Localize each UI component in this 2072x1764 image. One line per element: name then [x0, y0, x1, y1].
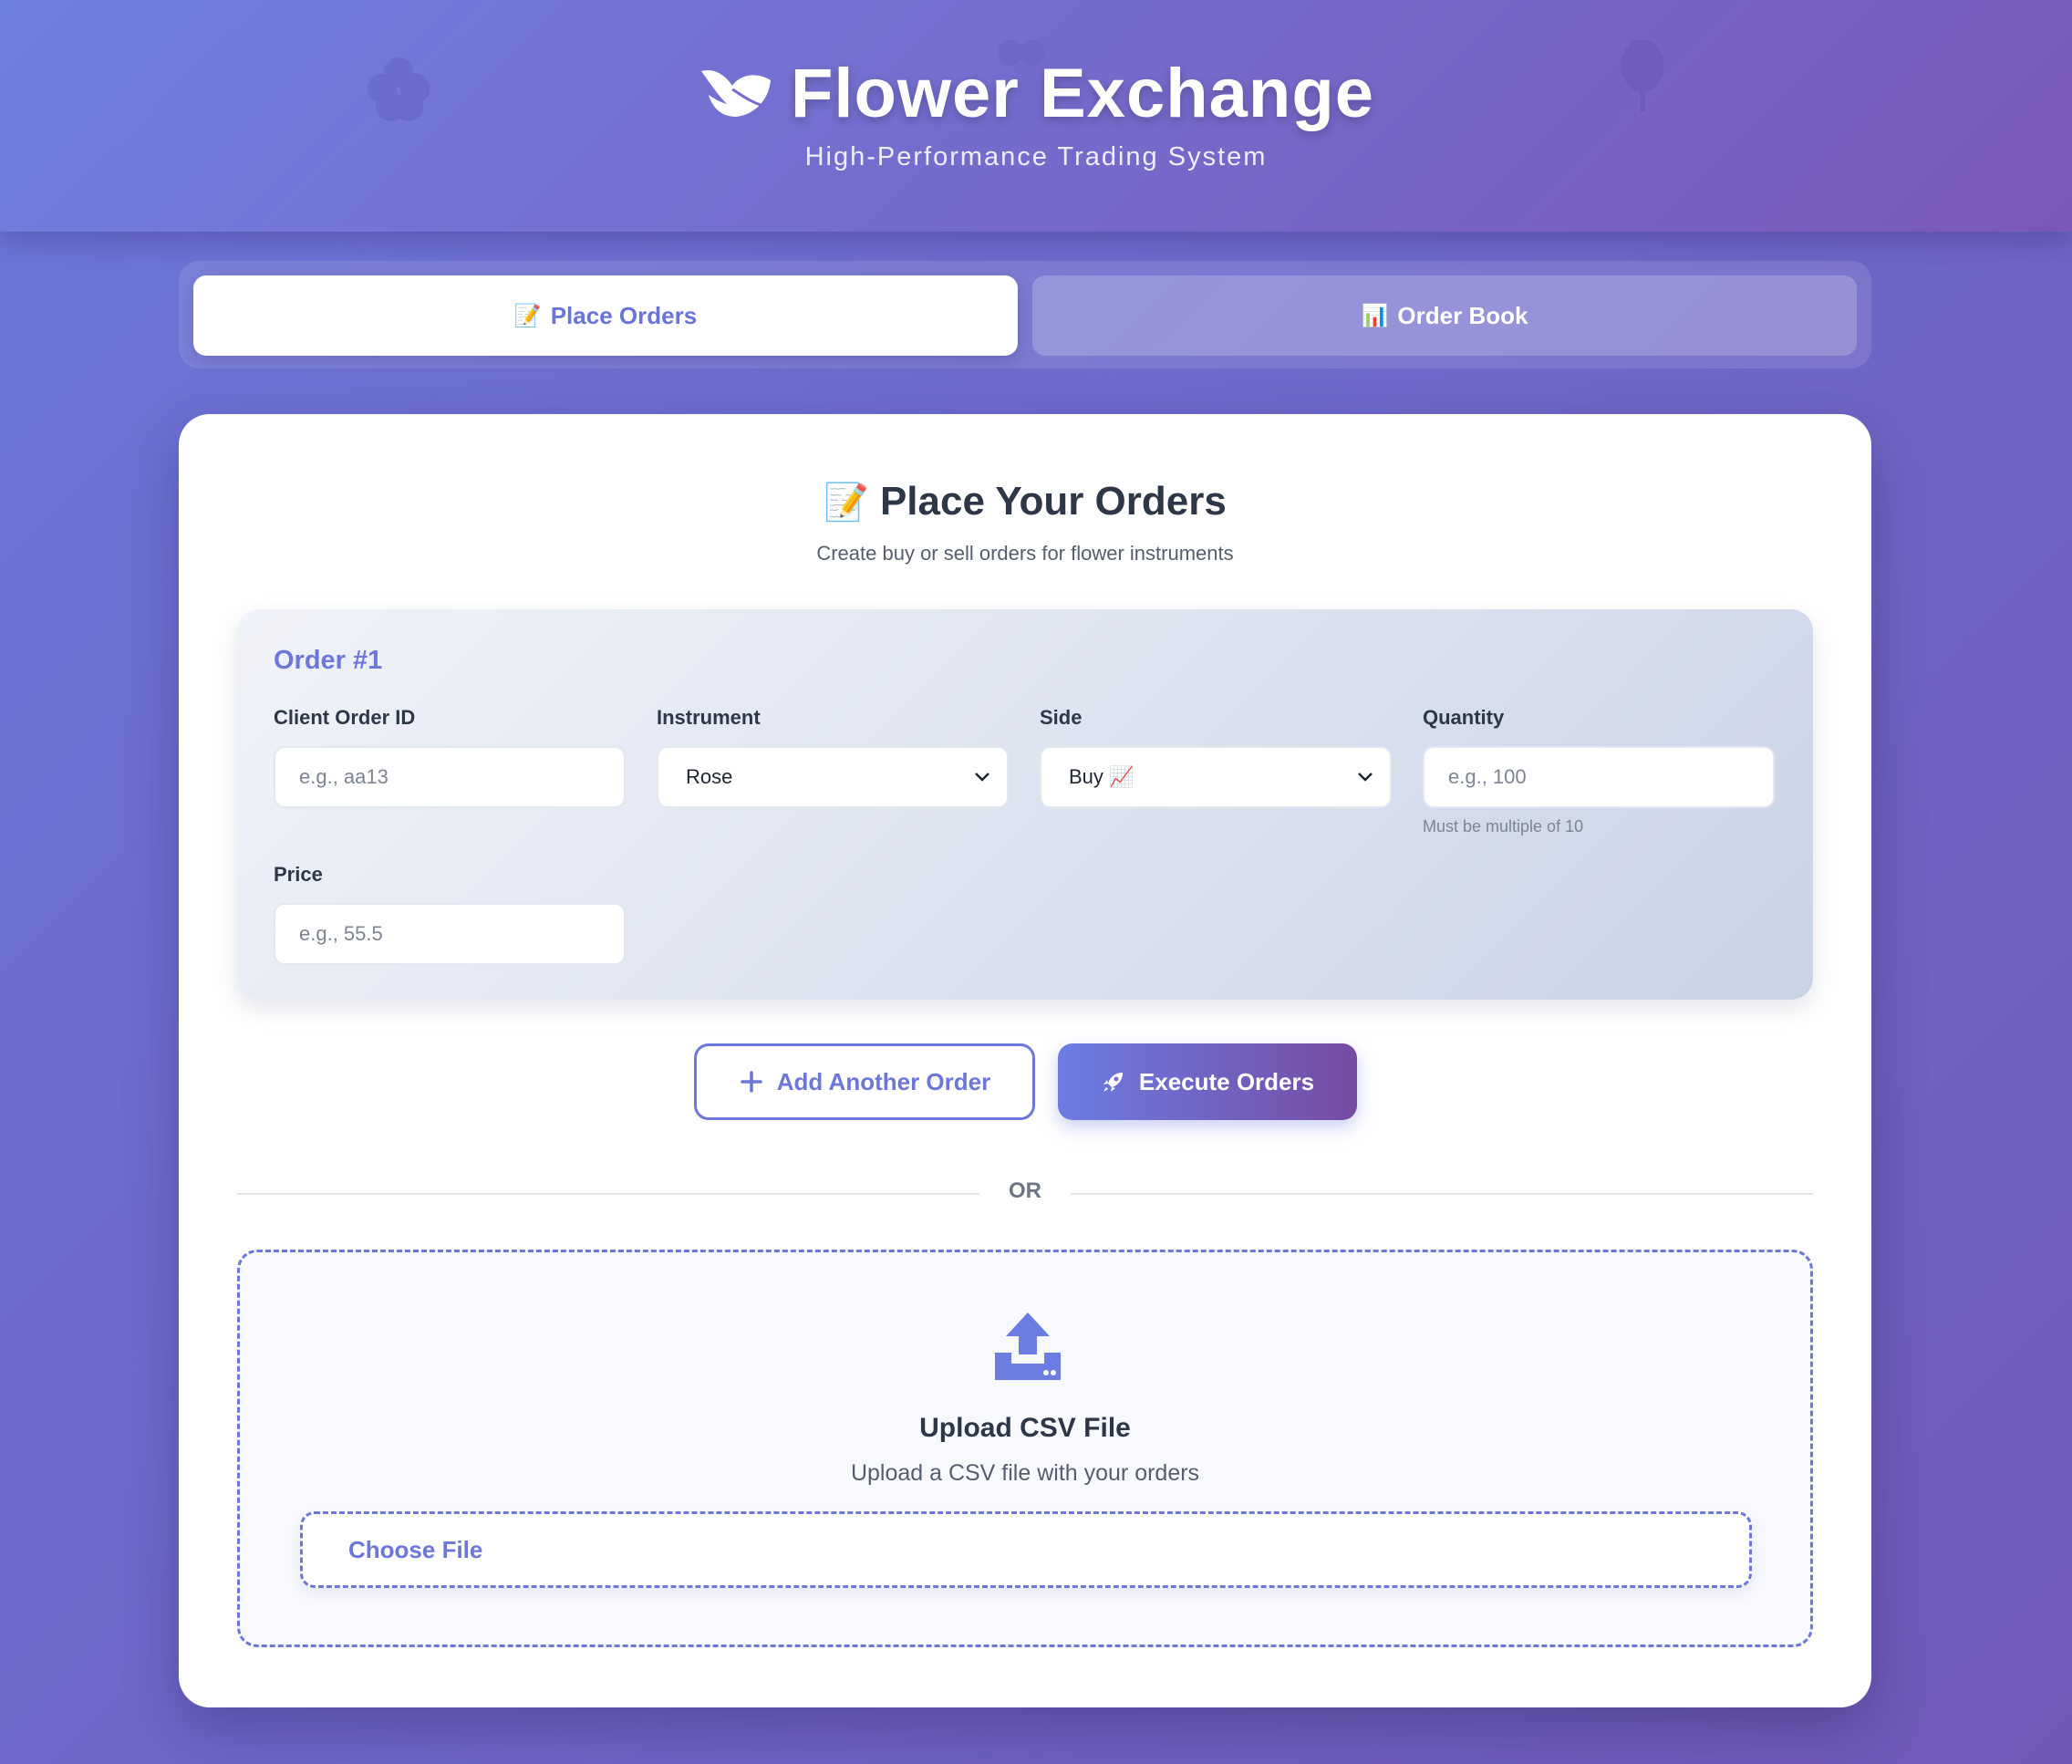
tab-order-book[interactable]: 📊 Order Book: [1032, 275, 1857, 356]
side-group: Side Buy 📈: [1040, 706, 1392, 808]
upload-subtitle: Upload a CSV file with your orders: [850, 1460, 1200, 1486]
place-orders-card: 📝 Place Your Orders Create buy or sell o…: [179, 414, 1871, 1707]
quantity-input[interactable]: e.g., 100: [1423, 746, 1775, 808]
field-label: Side: [1040, 706, 1083, 729]
select-value: Rose: [686, 765, 733, 788]
or-divider-text: OR: [1009, 1178, 1041, 1203]
client-order-id-group: Client Order ID e.g., aa13: [274, 706, 626, 808]
upload-icon: [991, 1309, 1064, 1382]
bar-chart-icon: 📊: [1361, 303, 1389, 328]
side-select[interactable]: Buy 📈: [1040, 746, 1392, 808]
app-title-row: Flower Exchange: [0, 47, 2072, 139]
tab-bar: 📝 Place Orders 📊 Order Book: [179, 261, 1871, 368]
price-input[interactable]: e.g., 55.5: [274, 903, 626, 965]
card-title-row: 📝 Place Your Orders: [179, 474, 1871, 529]
chevron-down-icon: [975, 773, 989, 782]
memo-icon: 📝: [824, 482, 869, 523]
tab-label: Order Book: [1397, 301, 1528, 329]
app-title: Flower Exchange: [790, 54, 1375, 132]
add-another-order-button[interactable]: Add Another Order: [694, 1043, 1035, 1120]
instrument-group: Instrument Rose: [657, 706, 1009, 808]
instrument-select[interactable]: Rose: [657, 746, 1009, 808]
tab-label: Place Orders: [550, 301, 698, 329]
page-title: Place Your Orders: [879, 479, 1227, 524]
app-subtitle: High-Performance Trading System: [804, 142, 1268, 171]
divider-line: [1071, 1193, 1813, 1195]
tab-place-orders[interactable]: 📝 Place Orders: [193, 275, 1018, 356]
app-header: Flower Exchange High-Performance Trading…: [0, 0, 2072, 232]
field-label: Client Order ID: [274, 706, 416, 729]
leaf-icon: [698, 62, 774, 124]
select-value: Buy 📈: [1069, 765, 1134, 788]
csv-upload-area[interactable]: Upload CSV File Upload a CSV file with y…: [237, 1250, 1813, 1647]
client-order-id-input[interactable]: e.g., aa13: [274, 746, 626, 808]
order-number-label: Order #1: [274, 646, 383, 675]
rocket-icon: [1103, 1073, 1123, 1092]
button-label: Execute Orders: [1138, 1067, 1315, 1095]
plus-icon: [741, 1071, 762, 1093]
execute-orders-button[interactable]: Execute Orders: [1058, 1043, 1357, 1120]
field-label: Quantity: [1423, 706, 1505, 729]
chevron-down-icon: [1358, 773, 1373, 782]
price-group: Price e.g., 55.5: [274, 863, 626, 965]
choose-file-button[interactable]: Choose File: [300, 1511, 1752, 1588]
divider-line: [237, 1193, 979, 1195]
field-label: Instrument: [657, 706, 761, 729]
upload-title: Upload CSV File: [919, 1413, 1131, 1443]
order-form-panel: Order #1 Client Order ID e.g., aa13 Inst…: [237, 609, 1813, 1000]
quantity-group: Quantity e.g., 100 Must be multiple of 1…: [1423, 706, 1775, 836]
quantity-hint: Must be multiple of 10: [1423, 817, 1584, 835]
field-label: Price: [274, 863, 323, 886]
memo-icon: 📝: [513, 303, 542, 328]
page-subtitle: Create buy or sell orders for flower ins…: [816, 542, 1234, 565]
button-label: Add Another Order: [776, 1067, 991, 1095]
